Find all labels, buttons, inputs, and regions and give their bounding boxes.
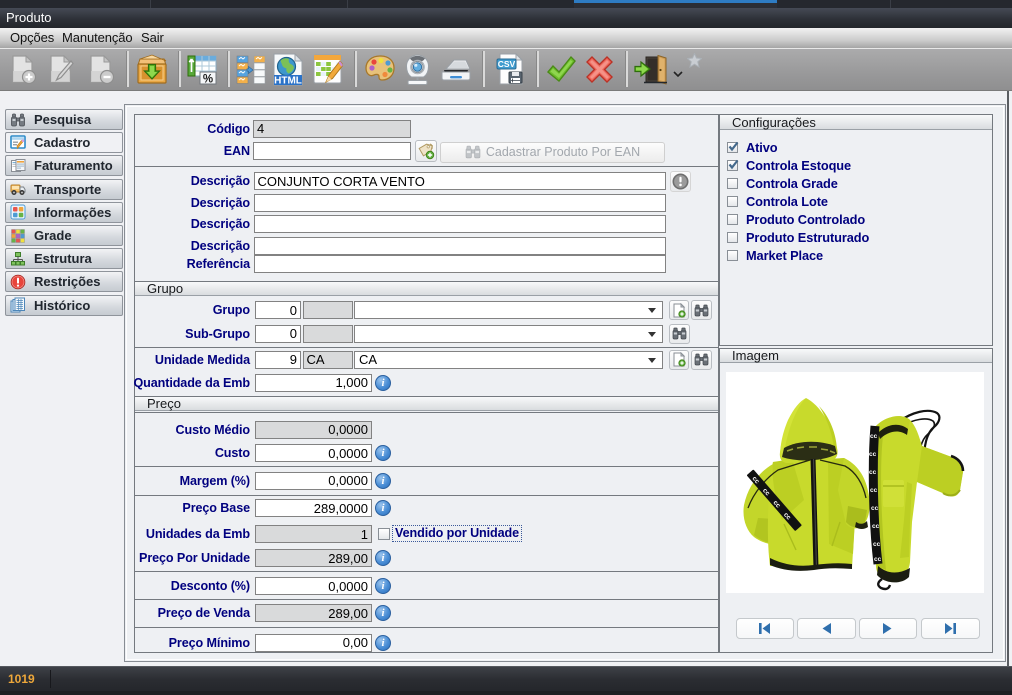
svg-text:cc: cc xyxy=(869,469,877,476)
svg-text:cc: cc xyxy=(871,505,879,512)
svg-text:%: % xyxy=(203,74,213,86)
svg-text:cc: cc xyxy=(870,487,878,494)
svg-text:cc: cc xyxy=(869,451,877,458)
svg-text:cc: cc xyxy=(874,556,882,563)
svg-text:cc: cc xyxy=(873,541,881,548)
svg-text:cc: cc xyxy=(872,523,880,530)
svg-text:HTML: HTML xyxy=(274,76,302,87)
svg-text:cc: cc xyxy=(870,433,878,440)
svg-text:CSV: CSV xyxy=(498,59,516,69)
